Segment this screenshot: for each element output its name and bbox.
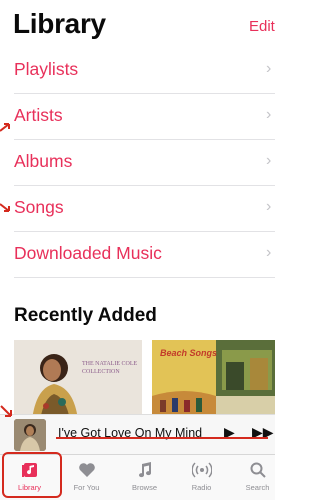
section-title-recently-added: Recently Added (14, 305, 157, 326)
edit-button[interactable]: Edit (249, 18, 275, 35)
radio-icon (174, 459, 229, 481)
menu-item-artists[interactable]: Artists › (0, 94, 275, 140)
tab-search[interactable]: Search (230, 455, 285, 500)
chevron-right-icon: › (266, 106, 272, 123)
album-art-icon (14, 340, 142, 420)
menu-item-songs[interactable]: Songs › (0, 186, 275, 232)
menu-item-label: Albums (14, 151, 73, 171)
menu-item-albums[interactable]: Albums › (0, 140, 275, 186)
menu-item-label: Downloaded Music (14, 243, 162, 263)
music-note-icon (117, 459, 172, 481)
menu-item-playlists[interactable]: Playlists › (0, 48, 275, 94)
annotation-arrow-icon (0, 203, 12, 213)
annotation-underline (56, 437, 268, 439)
tab-radio[interactable]: Radio (174, 455, 229, 500)
annotation-arrow-icon (0, 405, 14, 424)
annotation-arrow-icon (0, 122, 12, 132)
tab-browse[interactable]: Browse (117, 455, 172, 500)
search-icon (230, 459, 285, 481)
chevron-right-icon: › (266, 198, 272, 215)
tab-label: Radio (191, 483, 212, 492)
tab-label: Browse (131, 483, 157, 492)
tab-for-you[interactable]: For You (59, 455, 114, 500)
mini-player[interactable]: I've Got Love On My Mind ▶ ▶▶ (0, 414, 275, 454)
menu-item-label: Artists (14, 105, 63, 125)
album-cover[interactable]: Beach Songs (152, 340, 275, 420)
chevron-right-icon: › (266, 152, 272, 169)
menu-item-label: Songs (14, 197, 64, 217)
tab-label: Search (245, 483, 270, 492)
tab-label: For You (73, 483, 100, 492)
album-cover[interactable]: THE NATALIE COLE COLLECTION (14, 340, 142, 420)
now-playing-artwork (14, 419, 46, 451)
chevron-right-icon: › (266, 60, 272, 77)
chevron-right-icon: › (266, 244, 272, 261)
heart-icon (59, 459, 114, 481)
annotation-highlight-box (2, 452, 62, 498)
album-cover-text: THE NATALIE COLE COLLECTION (82, 361, 138, 375)
menu-item-downloaded-music[interactable]: Downloaded Music › (0, 232, 275, 278)
page-title: Library (13, 8, 106, 39)
recently-added-albums: THE NATALIE COLE COLLECTION Beach Songs (14, 340, 275, 420)
header: Library Edit (0, 0, 275, 48)
album-art-icon (14, 419, 46, 451)
divider (14, 277, 275, 278)
album-cover-text: Beach Songs (160, 348, 218, 358)
menu-item-label: Playlists (14, 59, 79, 79)
